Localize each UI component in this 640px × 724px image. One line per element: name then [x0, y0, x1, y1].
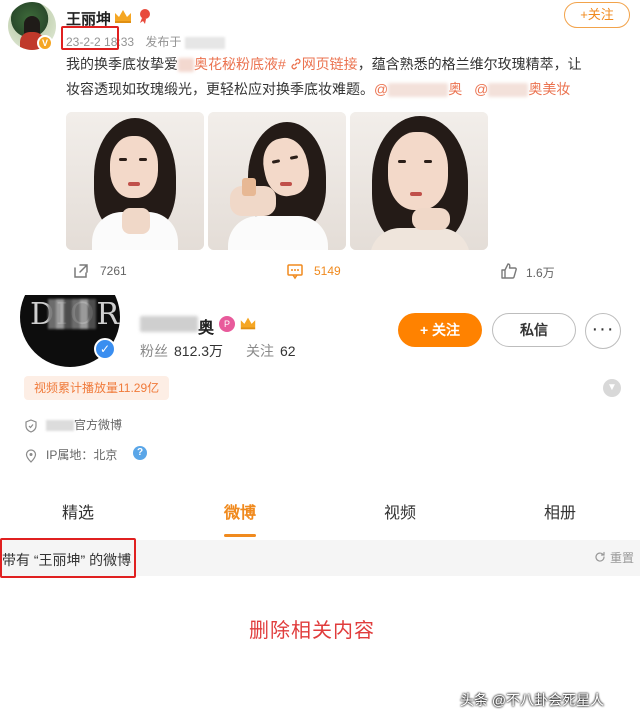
ip-location-row: IP属地：北京 [24, 446, 117, 463]
tab-videos[interactable]: 视频 [360, 496, 440, 532]
comment-icon[interactable] [286, 262, 304, 280]
crown-icon [115, 10, 131, 23]
follow-author-button[interactable]: +关注 [564, 2, 630, 28]
official-account-row: 官方微博 [24, 416, 122, 433]
help-icon[interactable]: ? [133, 446, 147, 460]
fans-stat[interactable]: 粉丝 812.3万 [140, 341, 223, 361]
refresh-icon [595, 551, 605, 562]
profile-name[interactable]: 奥 [198, 314, 214, 338]
follow-button[interactable]: + 关注 [398, 313, 482, 347]
annotation-box-filter [0, 538, 136, 578]
mention-1[interactable]: @ 奥 [374, 81, 462, 98]
blurred-brand-name [46, 420, 74, 432]
shield-icon [25, 419, 37, 433]
tab-albums[interactable]: 相册 [520, 496, 600, 532]
more-options-button[interactable]: ··· [585, 313, 621, 349]
location-icon [25, 449, 37, 463]
crown-icon [240, 317, 256, 330]
weibo-post: V 王丽坤 23-2-2 18:33 发布于 +关注 我的换季底妆挚爱 奥花秘粉底… [0, 0, 640, 292]
post-photo-2[interactable] [208, 112, 346, 250]
blurred-hashtag-start [178, 58, 194, 73]
web-link[interactable]: 网页链接 [302, 56, 358, 72]
reset-button[interactable]: 重置 [594, 549, 634, 566]
hashtag-link[interactable]: 奥花秘粉底液# [194, 56, 286, 72]
chevron-down-icon[interactable]: ▼ [603, 379, 621, 397]
chain-link-icon [291, 58, 301, 70]
member-icon: P [219, 316, 235, 332]
deleted-content-notice: 删除相关内容 [249, 620, 375, 642]
tab-weibo[interactable]: 微博 [200, 496, 280, 532]
post-photo-3[interactable] [350, 112, 488, 250]
mention-2[interactable]: @ 奥美妆 [474, 81, 570, 98]
message-button[interactable]: 私信 [492, 313, 576, 347]
verified-icon: ✓ [94, 338, 116, 360]
annotation-box-date [61, 26, 119, 50]
blurred-profile-name [140, 316, 198, 332]
post-photo-1[interactable] [66, 112, 204, 250]
ribbon-icon [140, 9, 150, 24]
repost-count: 7261 [100, 264, 127, 278]
repost-icon[interactable] [72, 262, 90, 280]
views-badge: 视频累计播放量11.29亿 [24, 376, 170, 400]
active-tab-indicator [224, 534, 256, 537]
like-count: 1.6万 [526, 266, 555, 280]
tab-featured[interactable]: 精选 [38, 496, 118, 532]
like-icon[interactable] [500, 262, 518, 280]
blurred-source [185, 36, 226, 49]
following-stat[interactable]: 关注 62 [246, 341, 296, 361]
profile-tabs: 精选 微博 视频 相册 [0, 496, 640, 537]
post-text: 我的换季底妆挚爱 奥花秘粉底液# 网页链接，蕴含熟悉的格兰维尔玫瑰精萃，让 妆容透… [66, 56, 582, 98]
verified-icon: V [37, 35, 53, 51]
comment-count: 5149 [314, 264, 341, 278]
published-label: 发布于 [145, 35, 182, 49]
watermark: 头条 @不八卦会死星人 [460, 692, 605, 708]
